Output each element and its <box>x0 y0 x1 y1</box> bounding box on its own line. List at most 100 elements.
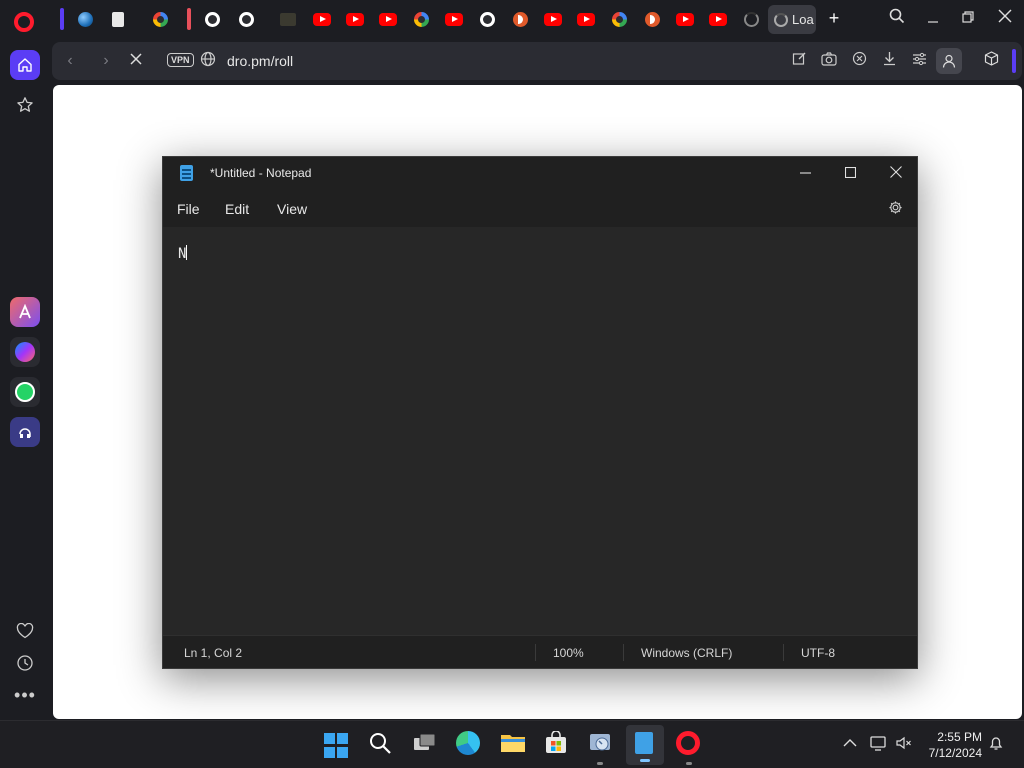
document-icon <box>112 11 124 27</box>
tab-youtube[interactable] <box>538 6 568 32</box>
notepad-taskbar-icon <box>635 732 653 754</box>
tab-youtube[interactable] <box>571 6 601 32</box>
tab-group-indicator[interactable] <box>60 8 64 30</box>
running-indicator <box>686 762 692 765</box>
google-icon <box>152 11 168 27</box>
youtube-icon <box>346 12 364 26</box>
microsoft-store-icon[interactable] <box>544 730 570 757</box>
notifications-icon[interactable] <box>988 735 1004 754</box>
tab-google[interactable] <box>406 6 436 32</box>
google-icon <box>611 11 627 27</box>
volume-muted-icon[interactable] <box>896 735 912 754</box>
search-icon[interactable] <box>368 731 394 757</box>
show-hidden-icons-chevron-icon[interactable] <box>843 735 857 751</box>
menu-file[interactable]: File <box>177 201 200 217</box>
tab-youtube[interactable] <box>373 6 403 32</box>
whatsapp-icon[interactable] <box>10 377 40 407</box>
tab-dropout[interactable] <box>505 6 535 32</box>
dropout-icon <box>644 11 660 27</box>
forward-arrow-icon[interactable]: › <box>96 51 116 71</box>
file-explorer-icon[interactable] <box>500 731 526 757</box>
windows-start-icon[interactable] <box>324 733 350 759</box>
tab-youtube[interactable] <box>340 6 370 32</box>
profile-icon[interactable] <box>936 48 962 74</box>
download-icon[interactable] <box>879 51 899 71</box>
close-icon[interactable] <box>994 8 1016 30</box>
tab-youtube[interactable] <box>670 6 700 32</box>
tab-dropout[interactable] <box>637 6 667 32</box>
tab-youtube[interactable] <box>307 6 337 32</box>
github-icon <box>479 11 495 27</box>
youtube-icon <box>379 12 397 26</box>
new-tab-plus-icon[interactable]: + <box>824 8 844 28</box>
github-icon <box>238 11 254 27</box>
tab-group-indicator[interactable] <box>187 8 191 30</box>
edit-icon[interactable] <box>789 51 809 71</box>
easy-setup-sliders-icon[interactable] <box>909 51 929 71</box>
tab-thumbnail[interactable] <box>273 6 303 32</box>
settings-gear-icon[interactable] <box>887 200 903 216</box>
back-arrow-icon[interactable]: ‹ <box>60 51 80 71</box>
messenger-icon[interactable] <box>10 337 40 367</box>
restore-icon[interactable] <box>957 8 979 30</box>
tab-youtube[interactable] <box>439 6 469 32</box>
notepad-title-bar[interactable]: *Untitled - Notepad <box>163 157 917 189</box>
extensions-cube-icon[interactable] <box>981 51 1001 71</box>
notepad-maximize-icon[interactable] <box>839 163 861 183</box>
youtube-icon <box>577 12 595 26</box>
tab-active[interactable]: Loa <box>768 5 816 34</box>
heart-icon[interactable] <box>10 616 40 646</box>
system-clock[interactable]: 2:55 PM 7/12/2024 <box>929 729 982 761</box>
tab-document[interactable] <box>103 6 133 32</box>
aria-ai-icon[interactable] <box>10 297 40 327</box>
status-divider <box>623 644 624 661</box>
camera-icon[interactable] <box>819 51 839 71</box>
menu-edit[interactable]: Edit <box>225 201 249 217</box>
url-field[interactable]: dro.pm/roll <box>227 53 293 69</box>
address-bar: ‹ › VPN dro.pm/roll <box>52 42 1022 80</box>
more-options-icon[interactable]: ••• <box>10 680 40 710</box>
notepad-menu-bar: File Edit View <box>163 189 917 227</box>
notepad-text-area[interactable]: N <box>163 227 917 635</box>
opera-taskbar-icon[interactable] <box>676 731 702 757</box>
search-tabs-icon[interactable] <box>886 8 908 30</box>
stop-loading-icon[interactable] <box>126 51 146 71</box>
opera-logo-icon[interactable] <box>14 12 34 32</box>
tab-github[interactable] <box>197 6 227 32</box>
ad-blocker-shield-icon[interactable] <box>849 51 869 71</box>
active-tab-label: Loa <box>792 12 814 27</box>
notepad-taskbar-button[interactable] <box>626 725 664 765</box>
youtube-icon <box>544 12 562 26</box>
loading-spinner-icon <box>774 12 788 27</box>
network-icon[interactable] <box>870 735 888 754</box>
menu-view[interactable]: View <box>277 201 307 217</box>
tab-google[interactable] <box>145 6 175 32</box>
edge-browser-icon[interactable] <box>456 731 482 757</box>
vpn-badge[interactable]: VPN <box>167 53 194 67</box>
tab-loading[interactable] <box>736 6 766 32</box>
control-panel-icon[interactable] <box>588 731 614 757</box>
home-icon[interactable] <box>10 50 40 80</box>
google-icon <box>413 11 429 27</box>
task-view-icon[interactable] <box>412 731 438 757</box>
notepad-title: *Untitled - Notepad <box>210 166 312 180</box>
history-clock-icon[interactable] <box>10 648 40 678</box>
line-ending: Windows (CRLF) <box>641 646 733 660</box>
tab-youtube[interactable] <box>703 6 733 32</box>
tab-google[interactable] <box>604 6 634 32</box>
browser-tab-strip: Loa + <box>0 0 1024 38</box>
tab-github[interactable] <box>472 6 502 32</box>
encoding: UTF-8 <box>801 646 835 660</box>
minimize-icon[interactable] <box>922 8 944 30</box>
clock-date: 7/12/2024 <box>928 746 982 760</box>
loading-icon <box>743 11 759 27</box>
tab-github[interactable] <box>231 6 261 32</box>
notepad-close-icon[interactable] <box>885 163 907 183</box>
notepad-minimize-icon[interactable] <box>794 163 816 183</box>
music-player-icon[interactable] <box>10 417 40 447</box>
tab-earth[interactable] <box>70 6 100 32</box>
globe-icon[interactable] <box>198 51 218 71</box>
notepad-status-bar: Ln 1, Col 2 100% Windows (CRLF) UTF-8 <box>163 635 917 668</box>
star-icon[interactable] <box>10 90 40 120</box>
github-icon <box>204 11 220 27</box>
